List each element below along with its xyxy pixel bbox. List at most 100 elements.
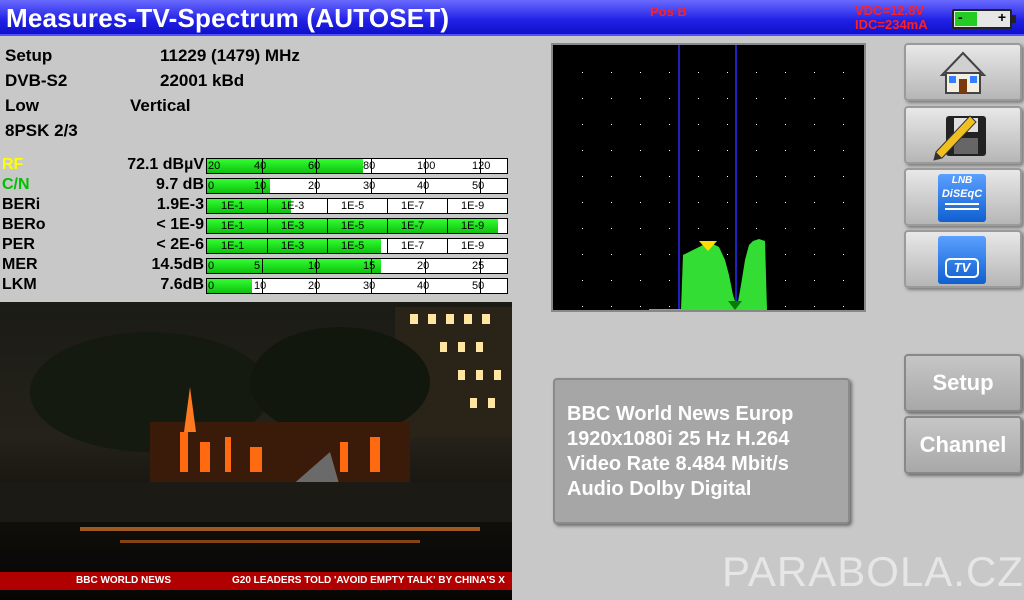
ticker-headline: G20 LEADERS TOLD 'AVOID EMPTY TALK' BY C… <box>232 575 505 586</box>
measurement-label: MER <box>2 256 38 273</box>
measurement-bar-tick-label: 10 <box>254 180 267 192</box>
measurement-bar: 0 10 20 30 40 50 <box>206 278 508 294</box>
measurement-bar-tick-label: 1E-9 <box>461 200 485 212</box>
measurement-bar-tick-label: 1E-9 <box>461 220 485 232</box>
lnb-diseqc-button[interactable]: LNB DiSEqC <box>904 168 1022 226</box>
setup-button[interactable]: Setup <box>904 354 1022 412</box>
save-icon <box>933 115 986 161</box>
measurement-bar-tick-label: 40 <box>254 160 267 172</box>
measurement-value: 7.6dB <box>160 276 204 293</box>
measurement-row: BERi 1.9E-3 1E-1 1E-3 1E-5 1E-7 1E-9 <box>0 196 510 216</box>
idc-readout: IDC=234mA <box>855 17 928 32</box>
page-title: Measures-TV-Spectrum (AUTOSET) <box>6 3 450 33</box>
measurement-bar-tick-label: 1E-1 <box>221 220 245 232</box>
measurement-label: PER <box>2 236 35 253</box>
battery-minus: - <box>958 9 963 25</box>
measurement-bar-tick-label: 0 <box>208 260 215 272</box>
spectrum-plot <box>582 45 844 311</box>
measurement-bar-tick-label: 20 <box>308 280 321 292</box>
measurement-bar-tick-label: 50 <box>472 180 485 192</box>
measurement-bar-tick <box>447 199 448 213</box>
video-scene <box>0 307 512 543</box>
measurement-bar-tick-label: 1E-5 <box>341 240 365 252</box>
measurement-bar-tick-label: 1E-1 <box>221 200 245 212</box>
video-preview: BBC WORLD NEWS G20 LEADERS TOLD 'AVOID E… <box>0 302 512 600</box>
measurement-bar-tick-label: 25 <box>472 260 485 272</box>
measurement-bar-tick <box>267 199 268 213</box>
measurement-bar-tick-label: 10 <box>308 260 321 272</box>
measurement-row: MER 14.5dB 0 5 10 15 20 25 <box>0 256 510 276</box>
measurement-bar-tick-label: 1E-7 <box>401 240 425 252</box>
measurement-bar-fill <box>207 159 363 173</box>
channel-name: BBC World News Europ <box>567 403 794 425</box>
measurement-value: 9.7 dB <box>155 176 204 193</box>
channel-info-panel: BBC World News Europ 1920x1080i 25 Hz H.… <box>553 378 850 524</box>
measurement-bar-tick-label: 1E-7 <box>401 200 425 212</box>
measurement-label: BERi <box>2 196 41 213</box>
measurement-bar-tick-label: 0 <box>208 180 215 192</box>
measurement-value: 1.9E-3 <box>156 196 204 213</box>
measurement-bar-tick <box>267 239 268 253</box>
measurement-bar-tick-label: 10 <box>254 280 267 292</box>
measurement-bar-tick <box>387 219 388 233</box>
measurement-bar-tick-label: 30 <box>363 180 376 192</box>
vdc-readout: VDC=12.8V <box>855 3 925 18</box>
measurement-bar-tick-label: 20 <box>417 260 430 272</box>
measurement-bar-tick <box>327 199 328 213</box>
tv-button[interactable]: TV <box>904 230 1022 288</box>
measurement-row: C/N 9.7 dB 0 10 20 30 40 50 <box>0 176 510 196</box>
measurement-value: 72.1 dBµV <box>127 156 204 173</box>
measurement-bar-tick-label: 40 <box>417 280 430 292</box>
measurement-bar-tick-label: 20 <box>308 180 321 192</box>
measurement-bar-tick <box>267 219 268 233</box>
measurement-bar-tick-label: 1E-7 <box>401 220 425 232</box>
measurement-bar: 0 5 10 15 20 25 <box>206 258 508 274</box>
battery-icon: - + <box>952 9 1016 29</box>
measurement-bar-tick-label: 5 <box>254 260 261 272</box>
news-ticker: BBC WORLD NEWS G20 LEADERS TOLD 'AVOID E… <box>0 572 512 590</box>
ticker-brand: BBC WORLD NEWS <box>76 575 171 586</box>
title-bar: Measures-TV-Spectrum (AUTOSET) Pos B VDC… <box>0 0 1024 36</box>
home-icon <box>939 51 987 94</box>
channel-button[interactable]: Channel <box>904 416 1022 474</box>
measurement-bar: 1E-1 1E-3 1E-5 1E-7 1E-9 <box>206 238 508 254</box>
measurement-bar-fill <box>207 199 291 213</box>
measurement-bar-tick <box>387 239 388 253</box>
frequency-value: 11229 (1479) MHz <box>160 46 300 65</box>
lnb-diseqc-icon: LNB DiSEqC <box>938 174 986 222</box>
measurement-value: < 2E-6 <box>156 236 204 253</box>
home-button[interactable] <box>904 43 1022 101</box>
symbol-rate-value: 22001 kBd <box>160 71 245 90</box>
measurement-bar-tick-label: 0 <box>208 280 215 292</box>
lnb-label: LNB <box>951 175 973 186</box>
polarization-value: Vertical <box>130 96 191 115</box>
measurement-label: C/N <box>2 176 30 193</box>
measurement-bar-tick-label: 50 <box>472 280 485 292</box>
measurement-row: BERo < 1E-9 1E-1 1E-3 1E-5 1E-7 1E-9 <box>0 216 510 236</box>
measurement-bar-tick <box>387 199 388 213</box>
measurement-bar-tick-label: 20 <box>208 160 221 172</box>
measurement-bar-tick-label: 40 <box>417 180 430 192</box>
measurement-bar-tick <box>327 219 328 233</box>
measurement-bar-tick <box>447 219 448 233</box>
measurement-row: PER < 2E-6 1E-1 1E-3 1E-5 1E-7 1E-9 <box>0 236 510 256</box>
measurement-bar-tick-label: 120 <box>472 160 491 172</box>
diseqc-label: DiSEqC <box>941 188 983 200</box>
band-value: Low <box>5 96 39 115</box>
save-button[interactable] <box>904 106 1022 164</box>
measurement-bar-tick-label: 1E-5 <box>341 220 365 232</box>
standard-value: DVB-S2 <box>5 71 68 90</box>
measurement-label: LKM <box>2 276 37 293</box>
battery-cap <box>1011 15 1016 23</box>
measurement-row: RF 72.1 dBµV 20 40 60 80 100 120 <box>0 156 510 176</box>
measurement-bar-tick-label: 1E-5 <box>341 200 365 212</box>
setup-label: Setup <box>5 46 53 65</box>
tv-label: TV <box>945 258 979 278</box>
channel-video-rate: Video Rate 8.484 Mbit/s <box>567 453 789 475</box>
measurement-bar-tick-label: 1E-3 <box>281 220 305 232</box>
measurement-bar-tick-label: 1E-1 <box>221 240 245 252</box>
measurement-bar-tick <box>447 239 448 253</box>
measurement-bar-fill <box>207 259 381 273</box>
tv-icon: TV <box>938 236 986 284</box>
channel-audio: Audio Dolby Digital <box>567 478 752 500</box>
